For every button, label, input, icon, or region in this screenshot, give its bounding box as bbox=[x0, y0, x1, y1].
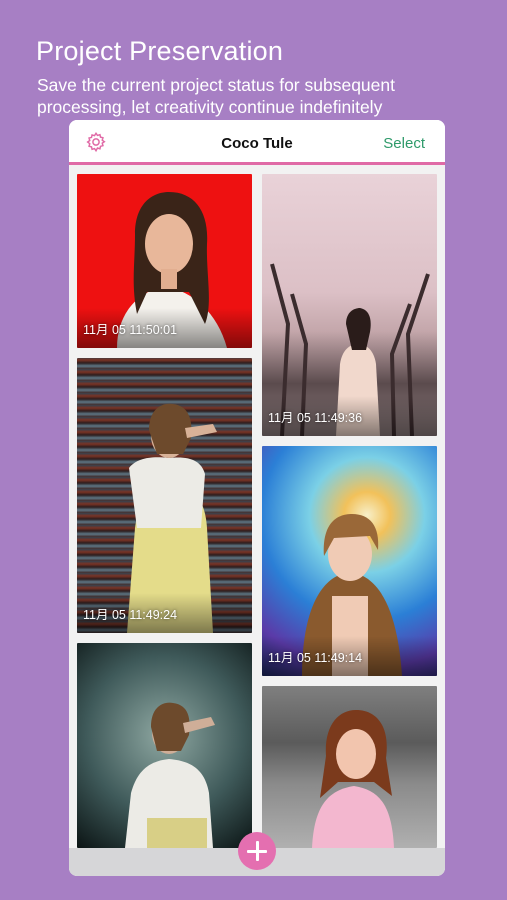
project-card[interactable]: 11月 05 11:49:36 bbox=[262, 174, 437, 436]
project-card[interactable]: 11月 05 11:50:01 bbox=[77, 174, 252, 348]
project-timestamp: 11月 05 11:49:14 bbox=[268, 651, 363, 665]
select-button[interactable]: Select bbox=[383, 135, 425, 152]
project-card[interactable]: 11月 05 11:49:24 bbox=[77, 358, 252, 633]
promo-headline: Project Preservation bbox=[36, 36, 284, 66]
portrait-thumbnail bbox=[125, 702, 215, 848]
project-grid: 11月 05 11:50:01 11月 05 11:49:24 11月 05 1… bbox=[69, 165, 445, 848]
project-card[interactable] bbox=[262, 686, 437, 848]
project-card[interactable]: 11月 05 11:49:14 bbox=[262, 446, 437, 676]
plus-icon[interactable] bbox=[238, 832, 276, 870]
project-card[interactable] bbox=[77, 643, 252, 848]
portrait-thumbnail bbox=[127, 403, 217, 633]
project-timestamp: 11月 05 11:49:24 bbox=[83, 608, 178, 622]
app-screen: Coco Tule Select 11月 05 11:50:01 11月 05 … bbox=[69, 120, 445, 876]
promo-subline: Save the current project status for subs… bbox=[37, 75, 395, 117]
project-timestamp: 11月 05 11:49:36 bbox=[268, 411, 363, 425]
project-timestamp: 11月 05 11:50:01 bbox=[83, 323, 178, 337]
top-navigation-bar: Coco Tule Select bbox=[69, 120, 445, 165]
portrait-thumbnail bbox=[312, 710, 394, 848]
